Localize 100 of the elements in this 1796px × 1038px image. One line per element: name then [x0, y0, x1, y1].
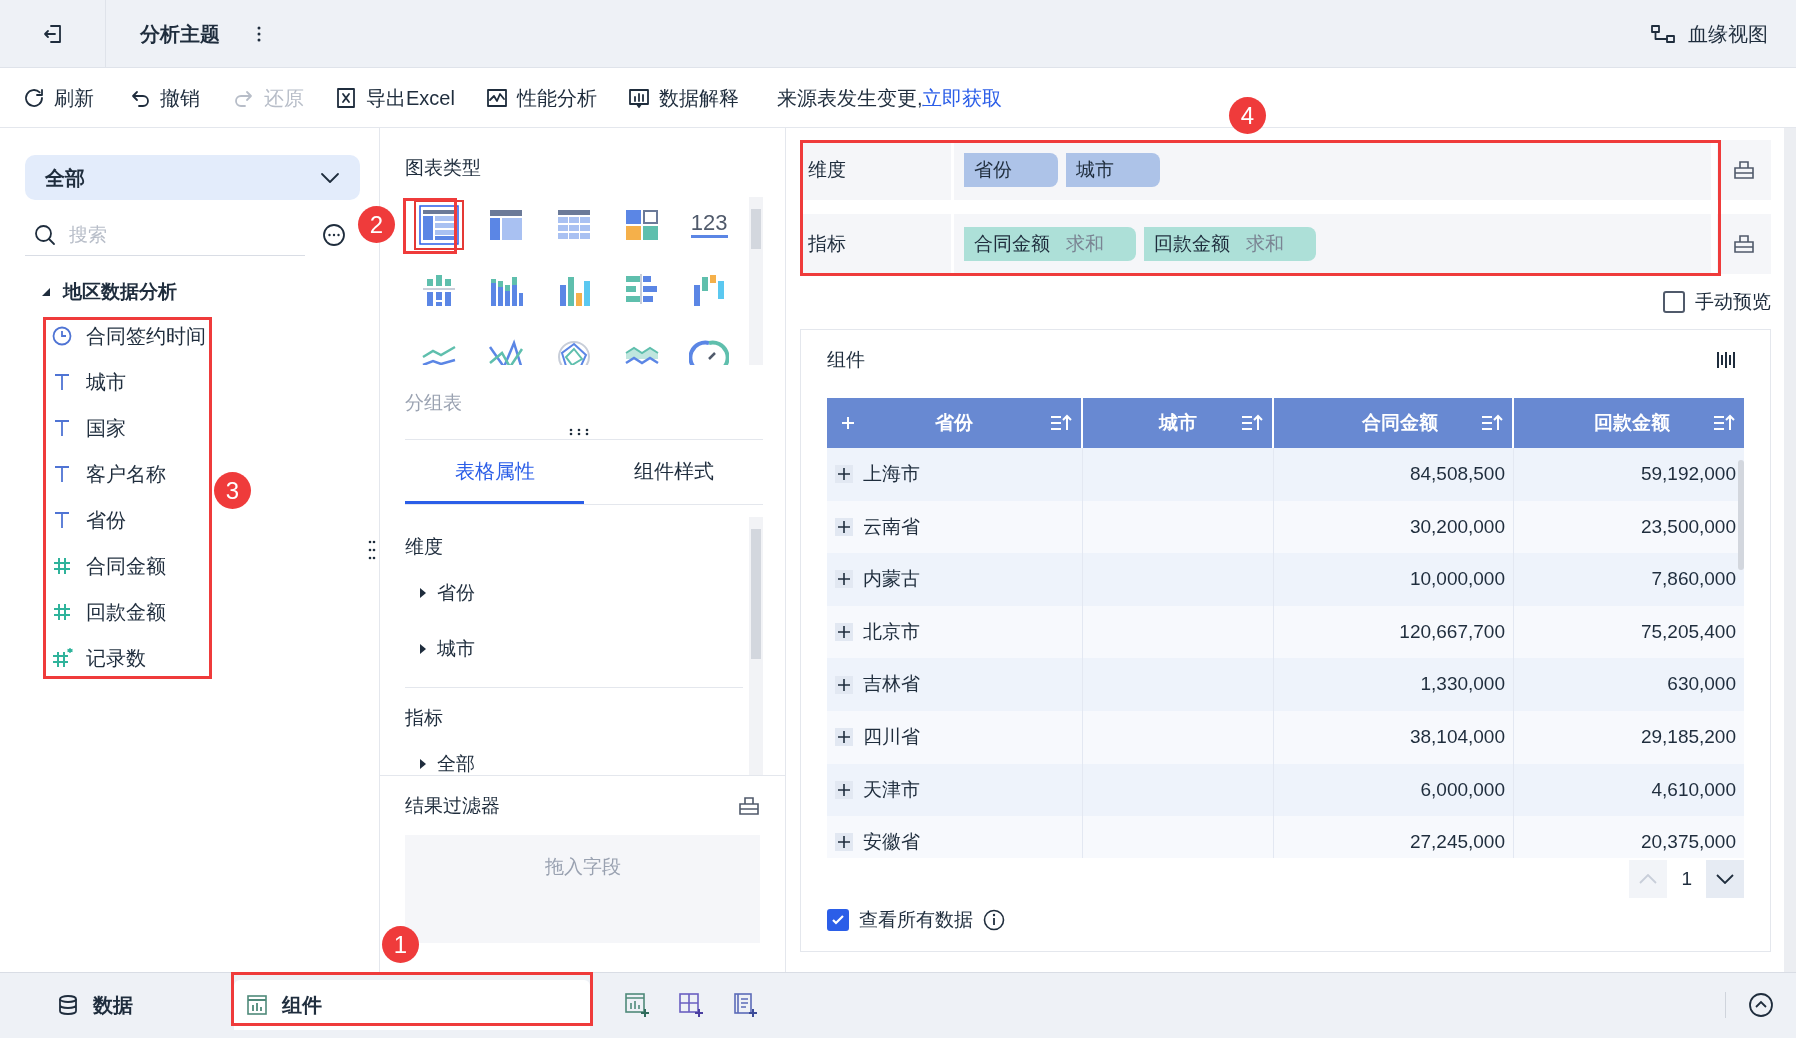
- page-number: 1: [1681, 866, 1692, 891]
- bottom-tab[interactable]: 数据: [0, 980, 190, 1030]
- expand-button[interactable]: [835, 623, 853, 642]
- toolbar-button[interactable]: 刷新: [22, 82, 94, 113]
- card-title: 组件: [827, 347, 865, 372]
- field-item[interactable]: 客户名称: [49, 450, 166, 497]
- more-horizontal-circle-icon[interactable]: [322, 223, 346, 247]
- table-cell-text: 84,508,500: [1409, 462, 1505, 487]
- section-title: 指标: [405, 706, 443, 730]
- scrollbar[interactable]: [749, 517, 763, 775]
- sort-icon[interactable]: [1480, 413, 1504, 433]
- table-cell-text: 75,205,400: [1640, 619, 1736, 644]
- chart-panel-icon: [246, 994, 268, 1016]
- caret-right-icon: [419, 758, 427, 770]
- table-cell-text: 23,500,000: [1640, 514, 1736, 539]
- shelf-settings-icon[interactable]: [1733, 160, 1755, 180]
- plus-icon[interactable]: [841, 416, 855, 430]
- expand-button[interactable]: [835, 570, 853, 589]
- field-item[interactable]: 记录数: [49, 634, 146, 681]
- step-badge: 1: [382, 926, 419, 963]
- expand-button[interactable]: [835, 728, 853, 747]
- add-chart-icon[interactable]: [624, 992, 650, 1018]
- lineage-button[interactable]: 血缘视图: [1650, 18, 1768, 49]
- field-item[interactable]: 省份: [49, 496, 126, 543]
- notice-text: 来源表发生变更,立即获取: [776, 85, 1003, 111]
- toolbar-button[interactable]: 导出Excel: [334, 82, 455, 113]
- clock-icon: [51, 324, 73, 347]
- manual-preview-checkbox[interactable]: 手动预览: [1663, 288, 1771, 317]
- export-file-icon: [334, 85, 358, 110]
- expand-button[interactable]: [835, 675, 853, 694]
- sort-icon[interactable]: [1049, 413, 1073, 433]
- step-badge: 2: [358, 206, 395, 243]
- search-field[interactable]: 搜索: [25, 214, 305, 256]
- plus-icon: [838, 783, 850, 796]
- toolbar-button[interactable]: 撤销: [128, 82, 200, 113]
- bottom-tab[interactable]: 组件: [234, 980, 590, 1030]
- add-grid-icon[interactable]: [678, 992, 704, 1018]
- tree-folder[interactable]: 地区数据分析: [41, 278, 359, 307]
- property-tab[interactable]: 组件样式: [584, 440, 763, 504]
- table-cell-text: 天津市: [863, 777, 920, 802]
- table-cell-text: 38,104,000: [1409, 725, 1505, 749]
- caret-right-icon: [419, 643, 427, 655]
- fetch-link[interactable]: 立即获取: [922, 86, 1003, 109]
- toolbar-button[interactable]: 数据解释: [626, 82, 739, 113]
- plus-icon: [838, 836, 850, 849]
- chevron-down-icon: [320, 171, 340, 184]
- expand-button[interactable]: [835, 517, 853, 536]
- plus-icon: [838, 731, 850, 744]
- table-cell-text: 4,610,000: [1651, 777, 1736, 802]
- scrollbar[interactable]: [1738, 460, 1744, 570]
- chart-type-option[interactable]: 123: [684, 199, 735, 250]
- drag-handle-icon[interactable]: [368, 540, 376, 560]
- chart-type-option[interactable]: [413, 199, 464, 250]
- table-cell-text: 北京市: [863, 619, 920, 644]
- table-cell-text: 6,000,000: [1420, 777, 1505, 802]
- field-item[interactable]: 城市: [49, 358, 126, 405]
- property-item[interactable]: 全部: [405, 736, 743, 775]
- plus-icon: [838, 626, 850, 639]
- more-vertical-icon[interactable]: [256, 24, 262, 43]
- sort-icon[interactable]: [1712, 413, 1736, 433]
- chart-type-name: 分组表: [405, 390, 462, 415]
- sort-icon[interactable]: [1240, 413, 1264, 433]
- table-cell-text: 云南省: [863, 514, 920, 539]
- field-pill[interactable]: 回款金额 求和: [1144, 227, 1316, 261]
- collapse-up-icon[interactable]: [1748, 992, 1774, 1018]
- field-pill[interactable]: 省份: [964, 153, 1058, 187]
- field-item[interactable]: 合同金额: [49, 542, 166, 589]
- shelf[interactable]: 指标 合同金额 求和 回款金额 求和: [800, 214, 1711, 274]
- field-pill[interactable]: 合同金额 求和: [964, 227, 1136, 261]
- show-all-checkbox[interactable]: 查看所有数据: [827, 906, 973, 935]
- shelf-settings-icon[interactable]: [1733, 234, 1755, 254]
- expand-button[interactable]: [835, 465, 853, 484]
- plus-icon: [838, 468, 850, 481]
- scope-dropdown[interactable]: 全部: [25, 155, 360, 200]
- field-pill[interactable]: 城市: [1066, 153, 1160, 187]
- expand-button[interactable]: [835, 833, 853, 852]
- table-cell-text: 29,185,200: [1640, 725, 1736, 749]
- search-icon: [33, 223, 57, 247]
- section-title: 结果过滤器: [405, 794, 500, 818]
- next-page-button[interactable]: [1706, 860, 1744, 898]
- filter-slot-icon[interactable]: [738, 796, 760, 817]
- field-item[interactable]: 国家: [49, 404, 126, 451]
- grouped-table-icon: [418, 204, 459, 245]
- caret-right-icon: [419, 587, 427, 599]
- expand-button[interactable]: [835, 780, 853, 799]
- property-tab[interactable]: 表格属性: [405, 440, 584, 504]
- property-item[interactable]: 城市: [405, 621, 743, 677]
- field-item[interactable]: 回款金额: [49, 588, 166, 635]
- add-report-icon[interactable]: [732, 992, 758, 1018]
- toolbar-button[interactable]: 性能分析: [484, 82, 597, 113]
- highlight-frame: [403, 198, 457, 254]
- drag-handle-icon[interactable]: [569, 428, 589, 436]
- info-icon[interactable]: [983, 909, 1005, 932]
- field-item[interactable]: 合同签约时间: [49, 312, 206, 359]
- plus-icon: [838, 678, 850, 691]
- shelf[interactable]: 维度 省份 城市: [800, 140, 1711, 200]
- property-item[interactable]: 省份: [405, 565, 743, 621]
- node-link-icon: [1650, 22, 1676, 45]
- scrollbar[interactable]: [749, 196, 763, 365]
- chevron-down-icon: [1716, 874, 1734, 884]
